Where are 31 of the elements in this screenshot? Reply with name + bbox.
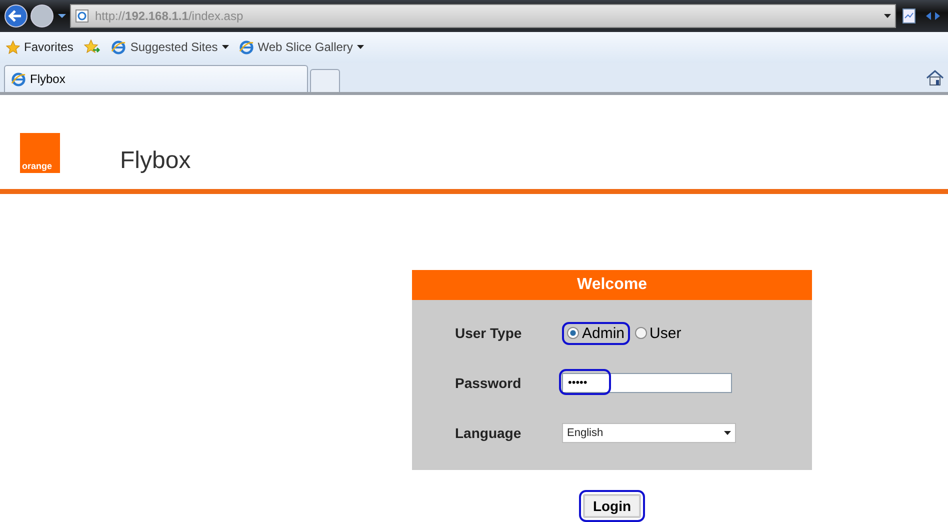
page-icon xyxy=(75,8,89,23)
favorites-button[interactable]: Favorites xyxy=(6,40,74,54)
radio-button[interactable] xyxy=(567,327,579,339)
caret-icon[interactable] xyxy=(56,12,68,20)
caret-icon xyxy=(724,431,731,435)
add-favorites-icon[interactable] xyxy=(83,39,102,56)
login-button[interactable]: Login xyxy=(582,494,642,518)
browser-tab[interactable]: Flybox xyxy=(4,65,308,92)
page-title: Flybox xyxy=(120,147,191,175)
forward-button[interactable] xyxy=(30,4,54,28)
favorites-link[interactable]: Suggested Sites xyxy=(111,40,229,55)
radio-option[interactable]: Admin xyxy=(562,322,630,344)
star-icon xyxy=(6,40,20,54)
browser-icon xyxy=(11,72,26,87)
caret-icon xyxy=(222,45,229,50)
field-label: User Type xyxy=(454,325,523,341)
radio-button[interactable] xyxy=(634,327,647,339)
favorites-link[interactable]: Web Slice Gallery xyxy=(238,40,364,55)
home-icon[interactable] xyxy=(926,69,944,86)
panel-title: Welcome xyxy=(412,270,812,300)
caret-icon xyxy=(884,14,891,18)
password-field[interactable]: ••••• xyxy=(562,373,732,393)
field-label: Password xyxy=(454,375,522,391)
radio-option[interactable]: User xyxy=(630,322,686,344)
brand-logo: orange xyxy=(20,133,60,173)
language-select[interactable]: English xyxy=(562,423,736,443)
browser-icon xyxy=(111,40,126,55)
back-button[interactable] xyxy=(4,4,28,28)
field-label: Language xyxy=(454,425,522,441)
caret-icon xyxy=(356,45,364,50)
browser-icon xyxy=(238,40,254,55)
